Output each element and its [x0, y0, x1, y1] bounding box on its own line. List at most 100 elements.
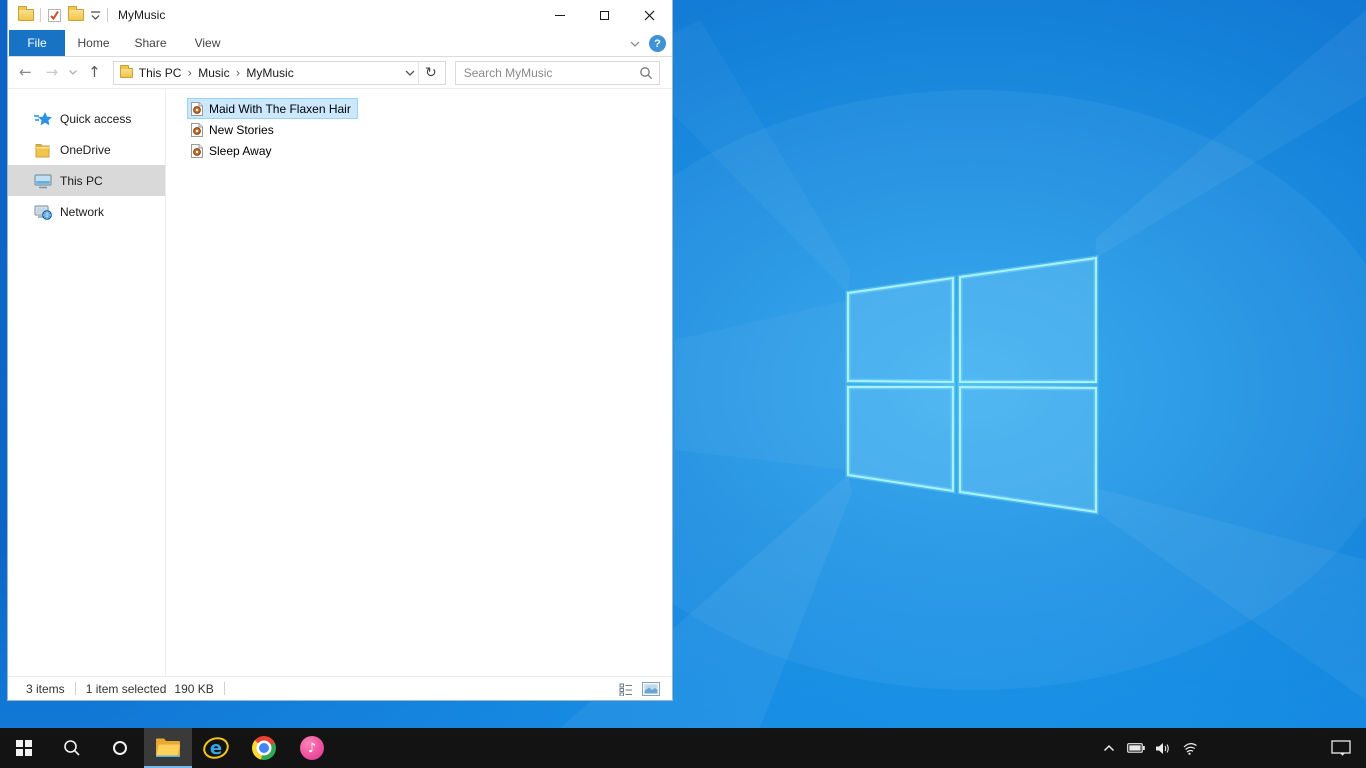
breadcrumb-this-pc[interactable]: This PC — [133, 66, 188, 80]
quick-access-toolbar: MyMusic — [18, 6, 166, 23]
wifi-icon — [1183, 742, 1197, 755]
taskbar: e ♪ — [0, 728, 1366, 768]
window-controls — [537, 0, 672, 30]
search-box — [454, 60, 660, 85]
action-center-button[interactable] — [1322, 728, 1360, 768]
taskbar-search-button[interactable] — [48, 728, 96, 768]
breadcrumb-music[interactable]: Music — [192, 66, 235, 80]
file-list: Maid With The Flaxen Hair New Stories Sl… — [166, 89, 672, 676]
cortana-icon — [113, 741, 127, 755]
tab-share[interactable]: Share — [122, 30, 179, 56]
file-explorer-icon — [156, 738, 180, 757]
sidebar-item-label: Network — [60, 204, 105, 219]
address-bar[interactable]: This PC › Music › MyMusic ↻ — [112, 60, 446, 85]
battery-icon — [1127, 743, 1145, 753]
help-icon[interactable]: ? — [649, 35, 666, 52]
main-area: Quick access OneDrive This PC Network Ma… — [8, 89, 672, 676]
tab-home[interactable]: Home — [65, 30, 122, 56]
music-note-icon: ♪ — [307, 740, 317, 756]
sidebar-item-this-pc[interactable]: This PC — [8, 165, 165, 196]
network-icon — [34, 204, 52, 220]
music-file-icon — [191, 101, 203, 116]
sidebar-item-label: This PC — [60, 173, 103, 188]
maximize-button[interactable] — [582, 0, 627, 30]
tab-file[interactable]: File — [9, 30, 65, 56]
file-explorer-window: MyMusic File Home Share View ? ← → ↑ Thi… — [7, 0, 673, 701]
volume-icon — [1156, 742, 1169, 754]
desktop: MyMusic File Home Share View ? ← → ↑ Thi… — [0, 0, 1366, 768]
status-selection-size: 190 KB — [174, 681, 214, 696]
sidebar-item-onedrive[interactable]: OneDrive — [8, 134, 165, 165]
close-icon — [644, 10, 655, 20]
sidebar-item-label: Quick access — [60, 111, 132, 126]
separator — [40, 8, 41, 22]
sidebar-item-label: OneDrive — [60, 142, 111, 157]
sidebar-item-network[interactable]: Network — [8, 196, 165, 227]
forward-button[interactable]: → — [46, 65, 59, 80]
separator — [223, 682, 225, 695]
ribbon-collapse-icon[interactable] — [629, 40, 641, 48]
cortana-button[interactable] — [96, 728, 144, 768]
close-button[interactable] — [627, 0, 672, 30]
file-row-new-stories[interactable]: New Stories — [187, 119, 281, 140]
separator — [107, 8, 108, 22]
back-button[interactable]: ← — [19, 65, 32, 80]
itunes-button[interactable]: ♪ — [288, 728, 336, 768]
start-icon — [16, 740, 32, 756]
navigation-bar: ← → ↑ This PC › Music › MyMusic ↻ — [8, 57, 672, 89]
details-view-button[interactable] — [619, 683, 633, 696]
ribbon-tab-bar: File Home Share View ? — [8, 30, 672, 57]
explorer-folder-icon[interactable] — [18, 6, 34, 21]
separator — [74, 682, 76, 695]
up-button[interactable]: ↑ — [88, 65, 101, 80]
qat-customize-dropdown-icon[interactable] — [90, 10, 101, 21]
navigation-pane: Quick access OneDrive This PC Network — [8, 89, 166, 676]
search-icon[interactable] — [639, 66, 653, 80]
chrome-icon — [252, 736, 276, 760]
itunes-icon: ♪ — [300, 736, 324, 760]
hidden-icons-button[interactable] — [1098, 728, 1120, 768]
sidebar-item-quick-access[interactable]: Quick access — [8, 103, 165, 134]
system-tray — [1098, 728, 1366, 768]
file-row-sleep-away[interactable]: Sleep Away — [187, 140, 279, 161]
maximize-icon — [600, 10, 609, 20]
network-wifi-button[interactable] — [1179, 728, 1201, 768]
search-icon — [64, 740, 80, 756]
status-selection: 1 item selected — [85, 681, 167, 696]
separator — [418, 61, 419, 84]
status-bar: 3 items 1 item selected 190 KB — [8, 676, 672, 700]
properties-icon[interactable] — [47, 8, 62, 23]
file-row-maid-with-the-flaxen-hair[interactable]: Maid With The Flaxen Hair — [187, 98, 358, 119]
onedrive-folder-icon — [35, 143, 50, 157]
file-name: Sleep Away — [209, 143, 272, 158]
quick-access-star-icon — [34, 111, 52, 125]
taskbar-file-explorer-button[interactable] — [144, 728, 192, 768]
address-dropdown-icon[interactable] — [404, 69, 416, 77]
music-file-icon — [191, 143, 203, 158]
title-bar: MyMusic — [8, 0, 672, 30]
action-center-icon — [1331, 740, 1351, 756]
this-pc-icon — [34, 173, 52, 188]
internet-explorer-button[interactable]: e — [192, 728, 240, 768]
svg-text:e: e — [210, 738, 222, 759]
large-icons-view-button[interactable] — [642, 682, 660, 696]
volume-button[interactable] — [1152, 728, 1174, 768]
battery-button[interactable] — [1125, 728, 1147, 768]
window-title: MyMusic — [118, 8, 166, 22]
file-name: New Stories — [209, 122, 274, 137]
start-button[interactable] — [0, 728, 48, 768]
file-name: Maid With The Flaxen Hair — [209, 101, 351, 116]
minimize-icon — [554, 14, 565, 16]
music-file-icon — [191, 122, 203, 137]
refresh-icon[interactable]: ↻ — [421, 65, 441, 81]
internet-explorer-icon: e — [203, 737, 229, 759]
minimize-button[interactable] — [537, 0, 582, 30]
tab-view[interactable]: View — [179, 30, 236, 56]
search-input[interactable] — [463, 65, 639, 80]
recent-locations-dropdown-icon[interactable] — [68, 69, 78, 76]
chevron-up-icon — [1103, 744, 1115, 752]
new-folder-icon[interactable] — [68, 6, 84, 21]
chrome-button[interactable] — [240, 728, 288, 768]
status-items-count: 3 items — [26, 681, 65, 696]
breadcrumb-mymusic[interactable]: MyMusic — [240, 66, 299, 80]
